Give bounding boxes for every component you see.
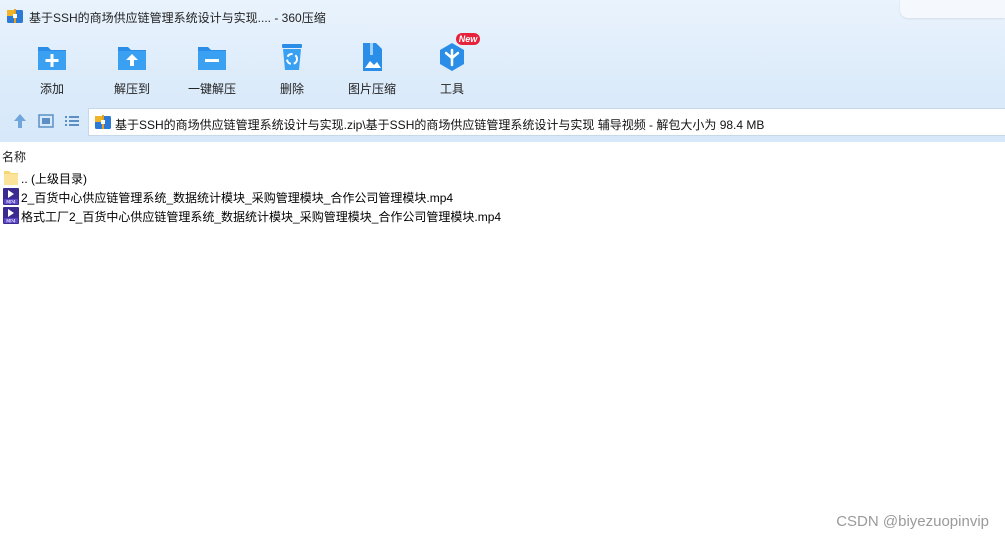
column-header: 名称 bbox=[0, 142, 1005, 166]
mp4-file-icon: MP4 bbox=[3, 207, 19, 224]
list-item-mp4[interactable]: MP4 格式工厂2_百货中心供应链管理系统_数据统计模块_采购管理模块_合作公司… bbox=[0, 206, 1005, 225]
up-arrow-icon[interactable] bbox=[11, 112, 29, 130]
extract-to-label: 解压到 bbox=[113, 82, 150, 96]
one-click-extract-label: 一键解压 bbox=[187, 82, 236, 96]
tools-icon bbox=[440, 43, 464, 71]
delete-button[interactable]: 删除 bbox=[254, 38, 330, 96]
add-label: 添加 bbox=[39, 82, 64, 96]
delete-label: 删除 bbox=[279, 82, 304, 96]
top-panel: 基于SSH的商场供应链管理系统设计与实现.... - 360压缩 添加 解压到 … bbox=[0, 0, 1005, 142]
title-tab bbox=[900, 0, 1005, 18]
extract-to-button[interactable]: 解压到 bbox=[94, 38, 170, 96]
navigation-bar: 基于SSH的商场供应链管理系统设计与实现.zip\基于SSH的商场供应链管理系统… bbox=[0, 106, 1005, 138]
folder-icon bbox=[4, 171, 18, 185]
svg-text:MP4: MP4 bbox=[6, 200, 16, 206]
add-button[interactable]: 添加 bbox=[14, 38, 90, 96]
one-click-extract-icon bbox=[198, 47, 226, 70]
tools-label: 工具 bbox=[439, 82, 464, 96]
new-badge: New bbox=[456, 33, 480, 45]
image-compress-button[interactable]: 图片压缩 bbox=[334, 38, 410, 96]
extract-to-icon bbox=[118, 47, 146, 70]
mp4-file-icon: MP4 bbox=[3, 188, 19, 205]
list-item-parent-directory[interactable]: .. (上级目录) bbox=[0, 168, 1005, 187]
file-name: .. (上级目录) bbox=[21, 172, 87, 186]
address-bar[interactable]: 基于SSH的商场供应链管理系统设计与实现.zip\基于SSH的商场供应链管理系统… bbox=[88, 108, 1005, 136]
window-title: 基于SSH的商场供应链管理系统设计与实现.... - 360压缩 bbox=[29, 11, 326, 25]
watermark: CSDN @biyezuopinvip bbox=[836, 513, 989, 530]
image-compress-icon bbox=[363, 43, 382, 71]
one-click-extract-button[interactable]: 一键解压 bbox=[174, 38, 250, 96]
archive-app-icon bbox=[7, 9, 23, 23]
thumbnail-view-icon[interactable] bbox=[37, 112, 55, 130]
archive-icon bbox=[95, 115, 111, 129]
svg-text:MP4: MP4 bbox=[6, 219, 16, 225]
file-name: 2_百货中心供应链管理系统_数据统计模块_采购管理模块_合作公司管理模块.mp4 bbox=[21, 191, 454, 205]
file-list: .. (上级目录) MP4 2_百货中心供应链管理系统_数据统计模块_采购管理模… bbox=[0, 168, 1005, 225]
recycle-delete-icon bbox=[282, 44, 302, 70]
file-name: 格式工厂2_百货中心供应链管理系统_数据统计模块_采购管理模块_合作公司管理模块… bbox=[21, 210, 502, 224]
address-path: 基于SSH的商场供应链管理系统设计与实现.zip\基于SSH的商场供应链管理系统… bbox=[115, 118, 765, 132]
list-view-icon[interactable] bbox=[63, 112, 81, 130]
column-header-name[interactable]: 名称 bbox=[2, 148, 26, 165]
list-item-mp4[interactable]: MP4 2_百货中心供应链管理系统_数据统计模块_采购管理模块_合作公司管理模块… bbox=[0, 187, 1005, 206]
image-compress-label: 图片压缩 bbox=[347, 82, 396, 96]
tools-button[interactable]: 工具 bbox=[414, 38, 490, 96]
title-bar: 基于SSH的商场供应链管理系统设计与实现.... - 360压缩 bbox=[0, 0, 1005, 32]
add-icon bbox=[38, 47, 66, 70]
